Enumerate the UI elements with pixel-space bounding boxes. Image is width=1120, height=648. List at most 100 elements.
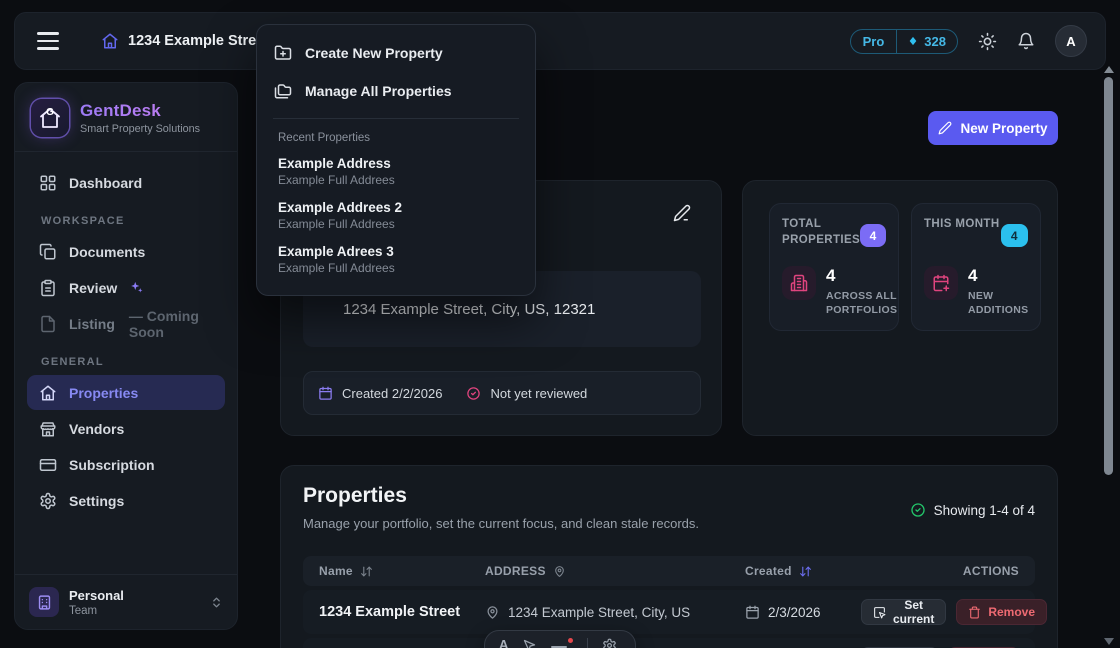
brand-tagline: Smart Property Solutions <box>80 123 200 135</box>
sidebar-item-subscription[interactable]: Subscription <box>27 447 225 482</box>
file-icon <box>39 315 57 333</box>
topbar-right-group: Pro 328 A <box>850 25 1087 57</box>
edit-property-button[interactable] <box>673 204 691 222</box>
recent-property-item[interactable]: Example Addrees 2 Example Full Addrees <box>257 194 535 238</box>
building-icon <box>36 594 53 611</box>
sort-active-icon <box>799 565 812 578</box>
section-label-general: GENERAL <box>41 356 211 368</box>
menu-item-manage-all-properties[interactable]: Manage All Properties <box>257 72 535 110</box>
theme-toggle-button[interactable] <box>978 32 997 51</box>
section-subtitle: Manage your portfolio, set the current f… <box>303 516 699 531</box>
logo-monogram: G <box>31 107 69 118</box>
circle-check-icon <box>466 386 481 401</box>
set-current-button[interactable]: Set current <box>861 599 946 625</box>
section-title: Properties <box>303 484 407 508</box>
building-pink-icon <box>782 266 816 300</box>
diamond-icon <box>908 36 918 46</box>
table-row-partial: Set current Remove <box>303 638 1035 648</box>
scroll-up-arrow[interactable] <box>1104 66 1114 73</box>
grid-icon <box>39 174 57 192</box>
bell-icon <box>1017 32 1035 50</box>
properties-section: Properties Manage your portfolio, set th… <box>280 465 1058 648</box>
row-created: 2/3/2026 <box>745 605 861 620</box>
square-pointer-icon <box>873 606 886 619</box>
floating-toolbar: A <box>484 630 636 648</box>
cursor-icon[interactable] <box>522 638 537 648</box>
credits-cell: 328 <box>896 30 957 53</box>
property-dropdown-menu: Create New Property Manage All Propertie… <box>256 24 536 296</box>
map-pin-icon <box>485 605 500 620</box>
stat-this-month: THIS MONTH 4 4 NEW ADDITIONS <box>911 203 1041 331</box>
calendar-icon <box>318 386 333 401</box>
chevrons-up-down-icon <box>210 596 223 609</box>
sidebar-item-settings[interactable]: Settings <box>27 483 225 518</box>
hamburger-menu-button[interactable] <box>33 28 63 54</box>
properties-table: Name ADDRESS Created ACTIONS 1234 Exampl… <box>303 556 1035 648</box>
stat-total-properties: TOTAL PROPERTIES 4 4 ACROSS ALL PORTFOLI… <box>769 203 899 331</box>
plan-label: Pro <box>851 30 897 53</box>
store-icon <box>39 420 57 438</box>
annotate-line-icon[interactable] <box>551 638 573 648</box>
stat-badge: 4 <box>860 224 886 247</box>
stats-card: TOTAL PROPERTIES 4 4 ACROSS ALL PORTFOLI… <box>742 180 1058 436</box>
recent-property-item[interactable]: Example Adrees 3 Example Full Addrees <box>257 238 535 282</box>
text-tool-button[interactable]: A <box>499 638 508 648</box>
workspace-switcher[interactable]: Personal Team <box>15 574 237 629</box>
showing-count: Showing 1-4 of 4 <box>910 502 1035 518</box>
stat-title: THIS MONTH <box>924 216 1001 247</box>
gear-icon <box>39 492 57 510</box>
sidebar-nav: Dashboard WORKSPACE Documents Review Lis… <box>15 152 237 519</box>
new-property-button[interactable]: New Property <box>928 111 1058 145</box>
user-avatar[interactable]: A <box>1055 25 1087 57</box>
calendar-plus-pink-icon <box>924 266 958 300</box>
remove-button[interactable]: Remove <box>956 599 1047 625</box>
recent-properties-label: Recent Properties <box>257 127 535 150</box>
stat-value: 4 <box>826 266 906 286</box>
sidebar-item-documents[interactable]: Documents <box>27 234 225 269</box>
stat-caption: ACROSS ALL PORTFOLIOS <box>826 289 906 318</box>
app-window: 1234 Example Street Pro 328 A <box>0 0 1120 648</box>
trash-icon <box>968 606 981 619</box>
scrollbar <box>1101 60 1117 648</box>
table-row: 1234 Example Street 1234 Example Street,… <box>303 590 1035 634</box>
sidebar-item-listing: Listing — Coming Soon <box>27 306 225 341</box>
gear-icon[interactable] <box>602 638 617 648</box>
divider <box>273 118 519 119</box>
recent-property-item[interactable]: Example Address Example Full Addrees <box>257 150 535 194</box>
created-date-group: Created 2/2/2026 <box>318 386 442 401</box>
current-property-label: 1234 Example Street <box>128 33 269 49</box>
sidebar-item-vendors[interactable]: Vendors <box>27 411 225 446</box>
sidebar-item-review[interactable]: Review <box>27 270 225 305</box>
workspace-title: Personal <box>69 588 124 603</box>
team-icon <box>29 587 59 617</box>
sidebar-item-properties[interactable]: Properties <box>27 375 225 410</box>
header-name[interactable]: Name <box>319 564 485 578</box>
workspace-subtitle: Team <box>69 605 124 617</box>
property-meta-bar: Created 2/2/2026 Not yet reviewed <box>303 371 701 415</box>
scrollbar-thumb[interactable] <box>1104 77 1113 475</box>
header-actions: ACTIONS <box>861 564 1019 578</box>
scroll-down-arrow[interactable] <box>1104 638 1114 645</box>
row-address: 1234 Example Street, City, US <box>485 605 745 620</box>
header-address: ADDRESS <box>485 564 745 578</box>
notifications-button[interactable] <box>1017 32 1035 50</box>
property-full-address: 1234 Example Street, City, US, 12321 <box>343 301 595 318</box>
header-created[interactable]: Created <box>745 564 861 578</box>
stat-badge: 4 <box>1001 224 1028 247</box>
section-label-workspace: WORKSPACE <box>41 215 211 227</box>
divider <box>587 638 588 648</box>
gentdesk-logo-icon: G <box>31 99 69 137</box>
calendar-icon <box>745 605 760 620</box>
circle-check-green-icon <box>910 502 926 518</box>
folder-plus-icon <box>274 44 292 62</box>
sidebar-item-dashboard[interactable]: Dashboard <box>27 165 225 200</box>
sort-icon <box>360 565 373 578</box>
sparkles-icon <box>129 280 144 295</box>
clipboard-icon <box>39 279 57 297</box>
sidebar: G GentDesk Smart Property Solutions Dash… <box>14 82 238 630</box>
pencil-icon <box>938 121 952 135</box>
menu-item-create-new-property[interactable]: Create New Property <box>257 34 535 72</box>
pencil-line-icon <box>673 204 691 222</box>
copy-icon <box>39 243 57 261</box>
plan-credits-badge[interactable]: Pro 328 <box>850 29 958 54</box>
